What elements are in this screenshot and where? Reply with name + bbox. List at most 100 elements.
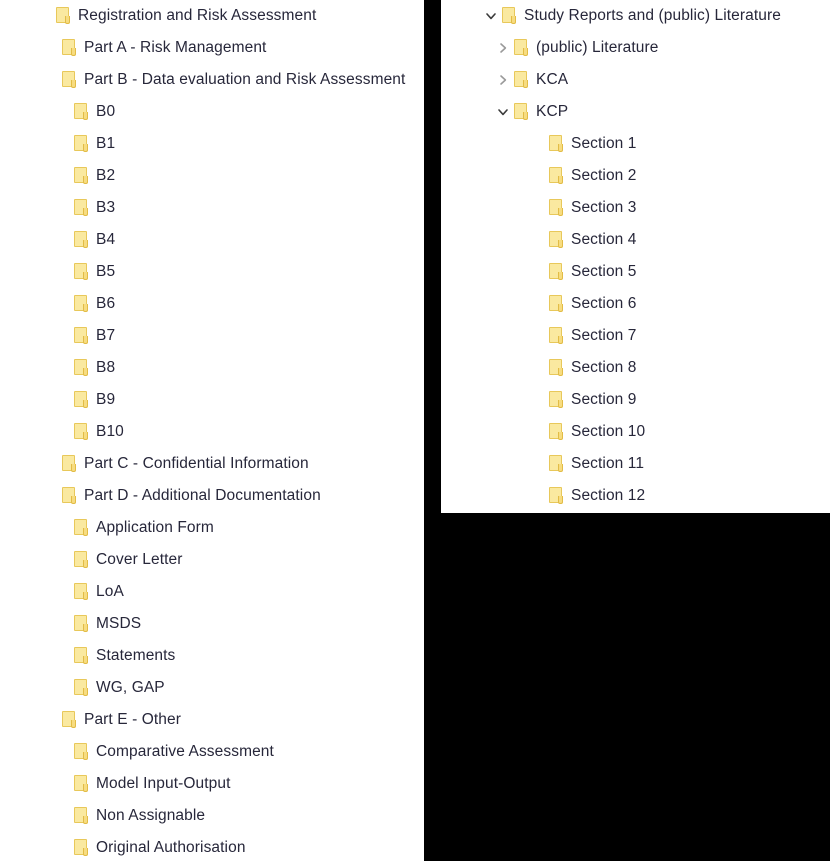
tree-item[interactable]: Model Input-Output xyxy=(0,768,424,800)
tree-item-label: Cover Letter xyxy=(96,551,183,569)
tree-item[interactable]: Application Form xyxy=(0,512,424,544)
chevron-placeholder-icon xyxy=(527,229,549,251)
tree-item[interactable]: B5 xyxy=(0,256,424,288)
tree-item[interactable]: KCA xyxy=(441,64,830,96)
tree-item[interactable]: B6 xyxy=(0,288,424,320)
tree-item-label: Model Input-Output xyxy=(96,775,231,793)
tree-item[interactable]: WG, GAP xyxy=(0,672,424,704)
tree-item-label: KCA xyxy=(536,71,569,89)
tree-item[interactable]: Section 10 xyxy=(441,416,830,448)
tree-item[interactable]: Section 9 xyxy=(441,384,830,416)
tree-item[interactable]: Section 6 xyxy=(441,288,830,320)
tree-item[interactable]: Section 3 xyxy=(441,192,830,224)
folder-icon xyxy=(549,231,564,249)
tree-item[interactable]: Part D - Additional Documentation xyxy=(0,480,424,512)
right-folder-tree: Study Reports and (public) Literature (pu… xyxy=(441,0,830,512)
chevron-down-icon[interactable] xyxy=(492,101,514,123)
folder-icon xyxy=(549,135,564,153)
tree-item-label: Original Authorisation xyxy=(96,839,246,857)
folder-icon xyxy=(74,647,89,665)
folder-icon xyxy=(74,615,89,633)
tree-item[interactable]: Section 5 xyxy=(441,256,830,288)
folder-icon xyxy=(549,487,564,505)
tree-item[interactable]: MSDS xyxy=(0,608,424,640)
tree-item[interactable]: Comparative Assessment xyxy=(0,736,424,768)
tree-item-label: MSDS xyxy=(96,615,142,633)
folder-icon xyxy=(74,359,89,377)
tree-item[interactable]: Section 4 xyxy=(441,224,830,256)
folder-icon xyxy=(549,455,564,473)
folder-icon xyxy=(74,167,89,185)
folder-icon xyxy=(549,167,564,185)
tree-item[interactable]: KCP xyxy=(441,96,830,128)
tree-item-label: B5 xyxy=(96,263,116,281)
tree-item[interactable]: Section 12 xyxy=(441,480,830,512)
tree-item-label: Part D - Additional Documentation xyxy=(84,487,321,505)
folder-icon xyxy=(74,551,89,569)
tree-item[interactable]: B0 xyxy=(0,96,424,128)
tree-item[interactable]: Part B - Data evaluation and Risk Assess… xyxy=(0,64,424,96)
tree-item[interactable]: Section 11 xyxy=(441,448,830,480)
tree-item-label: Part E - Other xyxy=(84,711,182,729)
folder-icon xyxy=(74,807,89,825)
folder-icon xyxy=(74,327,89,345)
tree-item[interactable]: B4 xyxy=(0,224,424,256)
folder-icon xyxy=(549,263,564,281)
chevron-placeholder-icon xyxy=(527,357,549,379)
tree-item[interactable]: Section 2 xyxy=(441,160,830,192)
tree-item[interactable]: Part A - Risk Management xyxy=(0,32,424,64)
folder-icon xyxy=(74,135,89,153)
tree-item[interactable]: Original Authorisation xyxy=(0,832,424,861)
tree-item[interactable]: Part C - Confidential Information xyxy=(0,448,424,480)
tree-item-label: WG, GAP xyxy=(96,679,165,697)
folder-icon xyxy=(502,7,517,25)
tree-item-label: B8 xyxy=(96,359,116,377)
chevron-placeholder-icon xyxy=(527,261,549,283)
tree-item[interactable]: Part E - Other xyxy=(0,704,424,736)
tree-item[interactable]: Non Assignable xyxy=(0,800,424,832)
tree-item-label: Statements xyxy=(96,647,176,665)
tree-item[interactable]: B7 xyxy=(0,320,424,352)
folder-icon xyxy=(74,423,89,441)
folder-icon xyxy=(74,295,89,313)
tree-item[interactable]: LoA xyxy=(0,576,424,608)
tree-item[interactable]: Statements xyxy=(0,640,424,672)
folder-icon xyxy=(74,263,89,281)
folder-icon xyxy=(549,423,564,441)
tree-item[interactable]: B8 xyxy=(0,352,424,384)
tree-item[interactable]: Section 7 xyxy=(441,320,830,352)
folder-icon xyxy=(74,103,89,121)
tree-item[interactable]: Cover Letter xyxy=(0,544,424,576)
tree-item-label: Section 12 xyxy=(571,487,646,505)
tree-item[interactable]: B10 xyxy=(0,416,424,448)
chevron-placeholder-icon xyxy=(527,389,549,411)
folder-icon xyxy=(549,359,564,377)
tree-item[interactable]: Section 8 xyxy=(441,352,830,384)
tree-item[interactable]: B3 xyxy=(0,192,424,224)
tree-item-label: Section 11 xyxy=(571,455,645,473)
folder-icon xyxy=(549,199,564,217)
tree-item-label: B2 xyxy=(96,167,116,185)
tree-item[interactable]: B1 xyxy=(0,128,424,160)
folder-icon xyxy=(514,39,529,57)
folder-icon xyxy=(74,775,89,793)
tree-item[interactable]: Study Reports and (public) Literature xyxy=(441,0,830,32)
tree-item-label: Section 9 xyxy=(571,391,637,409)
tree-item[interactable]: Registration and Risk Assessment xyxy=(0,0,424,32)
tree-item-label: Section 2 xyxy=(571,167,637,185)
chevron-placeholder-icon xyxy=(527,485,549,507)
chevron-right-icon[interactable] xyxy=(492,37,514,59)
tree-item-label: Part C - Confidential Information xyxy=(84,455,309,473)
tree-item[interactable]: Section 1 xyxy=(441,128,830,160)
chevron-down-icon[interactable] xyxy=(480,5,502,27)
chevron-placeholder-icon xyxy=(527,453,549,475)
folder-icon xyxy=(514,103,529,121)
tree-item[interactable]: B9 xyxy=(0,384,424,416)
tree-item-label: (public) Literature xyxy=(536,39,659,57)
tree-item[interactable]: B2 xyxy=(0,160,424,192)
folder-icon xyxy=(514,71,529,89)
tree-item[interactable]: (public) Literature xyxy=(441,32,830,64)
tree-item-label: Section 7 xyxy=(571,327,637,345)
chevron-right-icon[interactable] xyxy=(492,69,514,91)
folder-icon xyxy=(74,519,89,537)
